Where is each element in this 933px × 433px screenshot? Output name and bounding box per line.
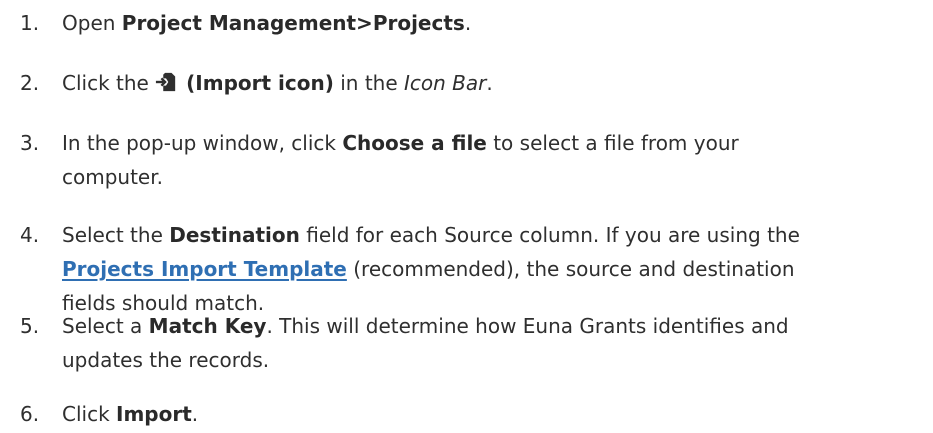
step-5-post-2: updates the records. [62, 348, 270, 372]
step-text: Open Project Management>Projects. [62, 6, 921, 40]
step-5-pre: Select a [62, 314, 149, 338]
step-6-import: Import [116, 402, 192, 426]
step-6-pre: Click [62, 402, 117, 426]
import-icon [155, 71, 177, 93]
step-3-choose-file: Choose a file [342, 131, 487, 155]
step-text: Click the (Import icon) in the Icon Bar. [62, 66, 921, 100]
step-4-post-2: (recommended), the source and destinatio… [346, 257, 795, 281]
step-2-mid: in the [333, 71, 405, 95]
step-2-post: . [486, 71, 493, 95]
step-text: Select the Destination field for each So… [62, 218, 921, 320]
step-4-destination: Destination [169, 223, 300, 247]
step-4-post-1: field for each Source column. If you are… [299, 223, 800, 247]
step-number: 1. [20, 11, 40, 35]
projects-import-template-link[interactable]: Projects Import Template [62, 257, 347, 281]
step-6-post: . [191, 402, 199, 426]
step-text: Select a Match Key. This will determine … [62, 309, 921, 377]
step-5-match-key: Match Key [148, 314, 267, 338]
step-2-icon-label: (Import icon) [179, 71, 334, 95]
step-1-menu-path: Project Management>Projects [121, 11, 465, 35]
step-2-icon-bar: Icon Bar [404, 71, 487, 95]
step-number: 6. [20, 402, 40, 426]
step-3-post-1: to select a file from your [486, 131, 739, 155]
step-text: Click Import. [62, 397, 921, 431]
step-number: 4. [20, 223, 40, 247]
step-number: 3. [20, 131, 40, 155]
step-5-post-1: . This will determine how Euna Grants id… [266, 314, 789, 338]
step-3-pre: In the pop-up window, click [62, 131, 343, 155]
step-3-post-2: computer. [62, 165, 163, 189]
step-text: In the pop-up window, click Choose a fil… [62, 126, 921, 194]
step-2-pre: Click the [62, 71, 156, 95]
step-1-post: . [464, 11, 472, 35]
step-4-pre: Select the [62, 223, 170, 247]
step-1-pre: Open [62, 11, 122, 35]
step-number: 5. [20, 314, 40, 338]
instruction-list: 1. Open Project Management>Projects. 2. … [0, 0, 933, 433]
step-number: 2. [20, 71, 40, 95]
